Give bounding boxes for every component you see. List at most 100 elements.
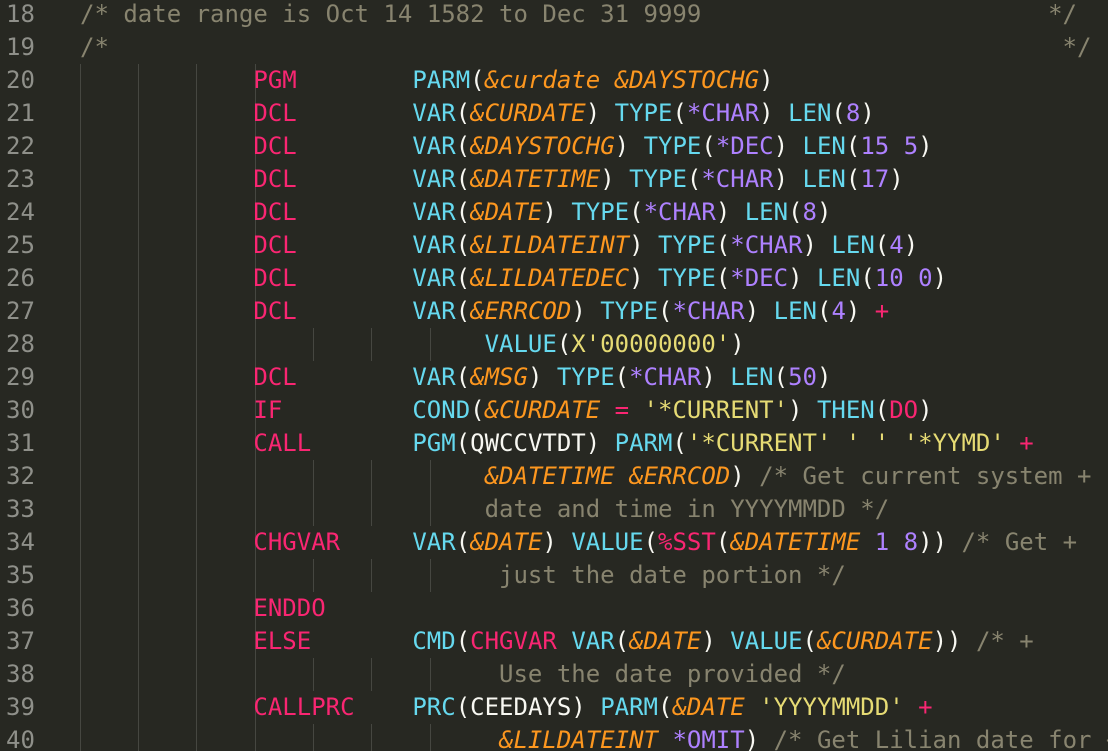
plain-token: ( xyxy=(455,165,471,193)
code-line[interactable]: 18 /* date range is Oct 14 1582 to Dec 31… xyxy=(0,0,1108,31)
plain-token: ) xyxy=(629,231,659,259)
code-text: /* */ xyxy=(80,31,1091,64)
code-line[interactable]: 33 date and time in YYYYMMDD */ xyxy=(0,493,1108,526)
code-line[interactable]: 34 CHGVAR VAR(&DATE) VALUE(%SST(&DATETIM… xyxy=(0,526,1108,559)
plain-token: (CEEDAYS) xyxy=(455,693,601,721)
code-line[interactable]: 24 DCL VAR(&DATE) TYPE(*CHAR) LEN(8) xyxy=(0,196,1108,229)
string-token: 'YYYYMMDD' xyxy=(759,693,904,721)
code-line[interactable]: 28 VALUE(X'00000000') xyxy=(0,328,1108,361)
plain-token: ( xyxy=(715,264,731,292)
function-token: LEN xyxy=(816,264,861,292)
code-line[interactable]: 38 Use the date provided */ xyxy=(0,658,1108,691)
code-line[interactable]: 23 DCL VAR(&DATETIME) TYPE(*CHAR) LEN(17… xyxy=(0,163,1108,196)
line-number: 21 xyxy=(6,99,35,127)
line-number: 27 xyxy=(6,297,35,325)
code-text: DCL VAR(&DATETIME) TYPE(*CHAR) LEN(17) xyxy=(80,163,903,196)
keyword-token: DCL xyxy=(253,165,297,193)
plain-token: ( xyxy=(860,264,875,292)
code-text: CALL PGM(QWCCVTDT) PARM('*CURRENT' ' ' '… xyxy=(80,427,1033,460)
function-token: LEN xyxy=(802,165,846,193)
code-line[interactable]: 29 DCL VAR(&MSG) TYPE(*CHAR) LEN(50) xyxy=(0,361,1108,394)
comment-token: /* Get Lilian date for + xyxy=(773,726,1108,751)
constant-token: *CHAR xyxy=(629,363,702,391)
plain-token: ( xyxy=(686,165,702,193)
function-token: PARM xyxy=(614,429,673,457)
plain-token: (QWCCVTDT) xyxy=(455,429,615,457)
variable-token: &CURDATE xyxy=(484,396,601,424)
line-number: 26 xyxy=(6,264,35,292)
plain-token: ( xyxy=(773,363,789,391)
plain-token: ) xyxy=(918,132,933,160)
plain-token: ) xyxy=(744,297,774,325)
function-token: VAR xyxy=(412,132,456,160)
line-number: 32 xyxy=(6,462,35,490)
plain-token: ( xyxy=(455,363,471,391)
code-text: ENDDO xyxy=(80,592,326,625)
code-line[interactable]: 37 ELSE CMD(CHGVAR VAR(&DATE) VALUE(&CUR… xyxy=(0,625,1108,658)
code-line[interactable]: 30 IF COND(&CURDATE = '*CURRENT') THEN(D… xyxy=(0,394,1108,427)
line-number: 28 xyxy=(6,330,35,358)
keyword-token: %SST xyxy=(658,528,716,556)
constant-token: *CHAR xyxy=(686,99,760,127)
line-number: 23 xyxy=(6,165,35,193)
code-line[interactable]: 19 /* */ xyxy=(0,31,1108,64)
plain-token: ( xyxy=(874,396,890,424)
plain-token: ) xyxy=(860,99,875,127)
code-line[interactable]: 35 just the date portion */ xyxy=(0,559,1108,592)
plain-token: ) xyxy=(759,99,789,127)
code-line[interactable]: 20 PGM PARM(&curdate &DAYSTOCHG) xyxy=(0,64,1108,97)
code-text: &DATETIME &ERRCOD) /* Get current system… xyxy=(80,460,1092,493)
plain-token: ( xyxy=(874,231,890,259)
comment-token: just the date portion */ xyxy=(499,561,846,589)
code-line[interactable]: 21 DCL VAR(&CURDATE) TYPE(*CHAR) LEN(8) xyxy=(0,97,1108,130)
constant-token: 50 xyxy=(788,363,817,391)
constant-token: *DEC xyxy=(715,132,774,160)
variable-token: &LILDATEINT xyxy=(499,726,658,751)
keyword-token: ENDDO xyxy=(253,594,326,622)
plain-token: ) xyxy=(918,396,933,424)
plain-token: ( xyxy=(715,231,731,259)
function-token: VAR xyxy=(412,528,456,556)
constant-token: *CHAR xyxy=(701,165,774,193)
code-line[interactable]: 31 CALL PGM(QWCCVTDT) PARM('*CURRENT' ' … xyxy=(0,427,1108,460)
constant-token: 1 xyxy=(874,528,890,556)
function-token: VAR xyxy=(412,297,456,325)
code-editor[interactable]: 18/* date range is Oct 14 1582 to Dec 31… xyxy=(0,0,1108,751)
line-number: 25 xyxy=(6,231,35,259)
code-line[interactable]: 25 DCL VAR(&LILDATEINT) TYPE(*CHAR) LEN(… xyxy=(0,229,1108,262)
code-text: DCL VAR(&ERRCOD) TYPE(*CHAR) LEN(4) + xyxy=(80,295,889,328)
code-line[interactable]: 22 DCL VAR(&DAYSTOCHG) TYPE(*DEC) LEN(15… xyxy=(0,130,1108,163)
plain-token: ( xyxy=(455,297,471,325)
code-text: date and time in YYYYMMDD */ xyxy=(80,493,890,526)
code-line[interactable]: 36 ENDDO xyxy=(0,592,1108,625)
keyword-token: DO xyxy=(889,396,919,424)
code-line[interactable]: 27 DCL VAR(&ERRCOD) TYPE(*CHAR) LEN(4) + xyxy=(0,295,1108,328)
constant-token: 4 xyxy=(831,297,846,325)
variable-token: &DATETIME xyxy=(484,462,615,490)
plain-token: ( xyxy=(643,528,659,556)
code-text: DCL VAR(&CURDATE) TYPE(*CHAR) LEN(8) xyxy=(80,97,875,130)
code-line[interactable]: 40 &LILDATEINT *OMIT) /* Get Lilian date… xyxy=(0,724,1108,751)
plain-token: ( xyxy=(658,297,673,325)
code-line[interactable]: 32 &DATETIME &ERRCOD) /* Get current sys… xyxy=(0,460,1108,493)
operator-token: + xyxy=(918,693,933,721)
code-text: PGM PARM(&curdate &DAYSTOCHG) xyxy=(80,64,773,97)
code-line[interactable]: 39 CALLPRC PRC(CEEDAYS) PARM(&DATE 'YYYY… xyxy=(0,691,1108,724)
code-line[interactable]: 26 DCL VAR(&LILDATEDEC) TYPE(*DEC) LEN(1… xyxy=(0,262,1108,295)
line-number: 40 xyxy=(6,726,35,751)
line-number: 20 xyxy=(6,66,35,94)
function-token: VAR xyxy=(412,198,456,226)
